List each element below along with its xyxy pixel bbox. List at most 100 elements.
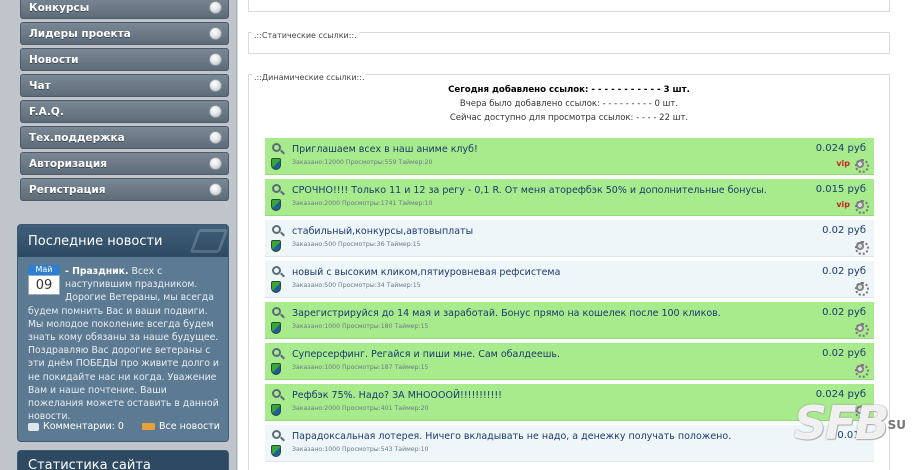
shield-icon — [271, 445, 281, 457]
yesterday-count: Вчера было добавлено ссылок: - - - - - -… — [459, 99, 679, 109]
site-stats-box: Статистика сайта — [17, 450, 229, 470]
search-icon[interactable] — [272, 143, 281, 152]
links-list: Приглашаем всех в наш аниме клуб! Заказа… — [265, 138, 874, 466]
link-price: 0.02 руб — [822, 225, 866, 236]
menu-item-login[interactable]: Авторизация — [20, 152, 229, 175]
link-row[interactable]: СРОЧНО!!!! Только 11 и 12 за регу - 0,1 … — [265, 179, 874, 216]
link-row[interactable]: Приглашаем всех в наш аниме клуб! Заказа… — [265, 138, 874, 175]
link-row[interactable]: Зарегистрируйся до 14 мая и заработай. Б… — [265, 302, 874, 339]
link-price: 0.024 руб — [815, 143, 866, 154]
link-title[interactable]: Рефбэк 75%. Надо? ЗА МНОООOЙ!!!!!!!!!!! — [292, 390, 502, 401]
menu-item-news[interactable]: Новости — [20, 48, 229, 71]
vip-badge: vip — [836, 200, 850, 209]
link-row[interactable]: Суперсерфинг. Регайся и пиши мне. Сам об… — [265, 343, 874, 380]
shield-icon — [271, 158, 281, 170]
search-icon[interactable] — [272, 266, 281, 275]
link-title[interactable]: стабильный,конкурсы,автовыплаты — [292, 226, 473, 237]
link-title[interactable]: Приглашаем всех в наш аниме клуб! — [292, 144, 478, 155]
link-meta: Заказано:500 Просмотры:34 Таймер:15 — [292, 282, 421, 289]
gear-icon[interactable] — [854, 322, 869, 337]
gear-icon[interactable] — [854, 363, 869, 378]
bullet-icon — [209, 157, 222, 170]
shield-icon — [271, 199, 281, 211]
link-meta: Заказано:500 Просмотры:36 Таймер:15 — [292, 241, 421, 248]
dynamic-links-legend: .::Динамические ссылки::. — [252, 73, 367, 82]
menu-item-chat[interactable]: Чат — [20, 74, 229, 97]
watermark-text: SFB — [793, 396, 890, 450]
latest-news-box: Последние новости Май 09 - Праздник. Все… — [17, 224, 229, 442]
main-menu: Конкурсы Лидеры проекта Новости Чат F.A.… — [20, 0, 229, 204]
menu-item-label: Лидеры проекта — [29, 27, 131, 40]
link-row[interactable]: Рефбэк 75%. Надо? ЗА МНОООOЙ!!!!!!!!!!! … — [265, 384, 874, 421]
link-price: 0.02 руб — [822, 307, 866, 318]
news-month: Май — [28, 265, 60, 275]
bullet-icon — [209, 1, 222, 14]
link-meta: Заказано:1000 Просмотры:187 Таймер:15 — [292, 364, 429, 371]
link-meta: Заказано:1000 Просмотры:543 Таймер:10 — [292, 446, 429, 453]
link-title[interactable]: Парадоксальная лотерея. Ничего вкладыват… — [292, 431, 731, 442]
bullet-icon — [209, 183, 222, 196]
menu-item-label: Регистрация — [29, 183, 106, 196]
bullet-icon — [209, 131, 222, 144]
search-icon[interactable] — [272, 430, 281, 439]
link-row[interactable]: новый с высоким кликом,пятиуровневая реф… — [265, 261, 874, 298]
static-links-legend: .::Статические ссылки::. — [252, 31, 359, 40]
all-news-link[interactable]: Все новости — [142, 421, 220, 432]
shield-icon — [271, 404, 281, 416]
gear-icon[interactable] — [854, 240, 869, 255]
search-icon[interactable] — [272, 389, 281, 398]
link-meta: Заказано:2000 Просмотры:1741 Таймер:10 — [292, 200, 433, 207]
link-title[interactable]: Суперсерфинг. Регайся и пиши мне. Сам об… — [292, 349, 560, 360]
link-price: 0.02 руб — [822, 266, 866, 277]
news-icon — [142, 423, 156, 430]
shield-icon — [271, 240, 281, 252]
news-day: 09 — [28, 275, 60, 295]
top-panel — [248, 0, 890, 12]
link-title[interactable]: СРОЧНО!!!! Только 11 и 12 за регу - 0,1 … — [292, 185, 767, 196]
vip-badge: vip — [836, 159, 850, 168]
box-decoration-icon — [189, 229, 228, 253]
all-news-label: Все новости — [159, 421, 220, 432]
gear-icon[interactable] — [854, 199, 869, 214]
calendar-icon: Май 09 — [28, 265, 60, 295]
menu-item-label: Тех.поддержка — [29, 131, 125, 144]
news-headline[interactable]: - Праздник. — [65, 266, 129, 277]
link-row[interactable]: Парадоксальная лотерея. Ничего вкладыват… — [265, 425, 874, 462]
watermark-suffix: SU — [887, 418, 906, 432]
search-icon[interactable] — [272, 225, 281, 234]
search-icon[interactable] — [272, 184, 281, 193]
news-footer: Комментарии: 0 Все новости — [28, 421, 220, 432]
search-icon[interactable] — [272, 348, 281, 357]
menu-item-register[interactable]: Регистрация — [20, 178, 229, 201]
shield-icon — [271, 363, 281, 375]
menu-item-label: Конкурсы — [29, 1, 90, 14]
today-count: Сегодня добавлено ссылок: - - - - - - - … — [448, 85, 690, 95]
shield-icon — [271, 322, 281, 334]
news-box-title: Последние новости — [18, 225, 228, 257]
link-meta: Заказано:1000 Просмотры:180 Таймер:15 — [292, 323, 429, 330]
news-item: Май 09 - Праздник. Всех с наступившим пр… — [18, 257, 228, 423]
comments-icon — [28, 422, 39, 431]
gear-icon[interactable] — [854, 281, 869, 296]
link-meta: Заказано:2000 Просмотры:401 Таймер:20 — [292, 405, 429, 412]
comments-link[interactable]: Комментарии: 0 — [28, 421, 124, 432]
menu-item-support[interactable]: Тех.поддержка — [20, 126, 229, 149]
bullet-icon — [209, 53, 222, 66]
main-content: .::Статические ссылки::. .::Динамические… — [238, 0, 920, 470]
menu-item-faq[interactable]: F.A.Q. — [20, 100, 229, 123]
link-title[interactable]: новый с высоким кликом,пятиуровневая реф… — [292, 267, 560, 278]
link-title[interactable]: Зарегистрируйся до 14 мая и заработай. Б… — [292, 308, 721, 319]
menu-item-label: Авторизация — [29, 157, 108, 170]
search-icon[interactable] — [272, 307, 281, 316]
static-links-panel: .::Статические ссылки::. — [248, 31, 890, 54]
link-row[interactable]: стабильный,конкурсы,автовыплаты Заказано… — [265, 220, 874, 257]
bullet-icon — [209, 105, 222, 118]
menu-item-contests[interactable]: Конкурсы — [20, 0, 229, 19]
available-count: Сейчас доступно для просмотра ссылок: - … — [449, 113, 689, 123]
link-price: 0.015 руб — [815, 184, 866, 195]
menu-item-label: F.A.Q. — [29, 105, 64, 118]
gear-icon[interactable] — [854, 158, 869, 173]
shield-icon — [271, 281, 281, 293]
bullet-icon — [209, 79, 222, 92]
menu-item-leaders[interactable]: Лидеры проекта — [20, 22, 229, 45]
